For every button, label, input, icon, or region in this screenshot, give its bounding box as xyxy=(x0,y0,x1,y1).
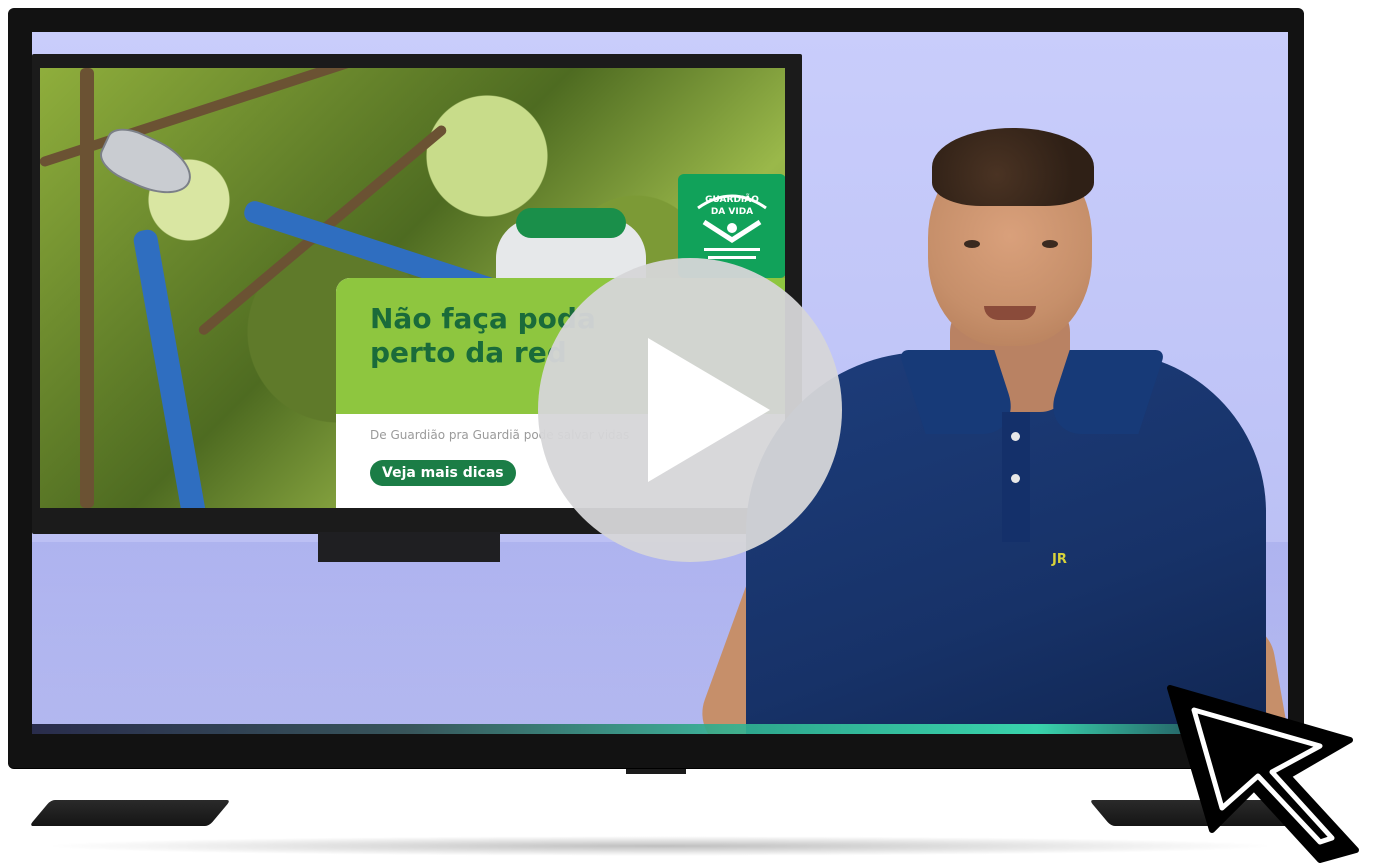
presenter-eye xyxy=(1042,240,1058,248)
tree-branch xyxy=(80,68,94,508)
background-tv-stand xyxy=(318,532,500,562)
tv-stand-center xyxy=(626,768,686,774)
tv-mockup-stage: GUARDIÃO DA VIDA Não faça poda perto da … xyxy=(0,0,1373,863)
veja-mais-dicas-button: Veja mais dicas xyxy=(370,460,516,486)
mouse-pointer-icon xyxy=(1167,685,1359,863)
shirt-button xyxy=(1011,432,1020,441)
presenter-mouth xyxy=(984,306,1036,320)
shirt-logo: JR xyxy=(1052,552,1067,567)
screen-bottom-glow xyxy=(32,724,1288,734)
play-icon xyxy=(648,338,770,482)
pruner-handle xyxy=(132,228,208,508)
tv-stand-left-leg xyxy=(29,800,231,826)
floor-shadow xyxy=(40,836,1280,856)
presenter-hair xyxy=(932,128,1094,206)
play-button[interactable] xyxy=(538,258,842,562)
presenter-eye xyxy=(964,240,980,248)
shirt-button xyxy=(1011,474,1020,483)
